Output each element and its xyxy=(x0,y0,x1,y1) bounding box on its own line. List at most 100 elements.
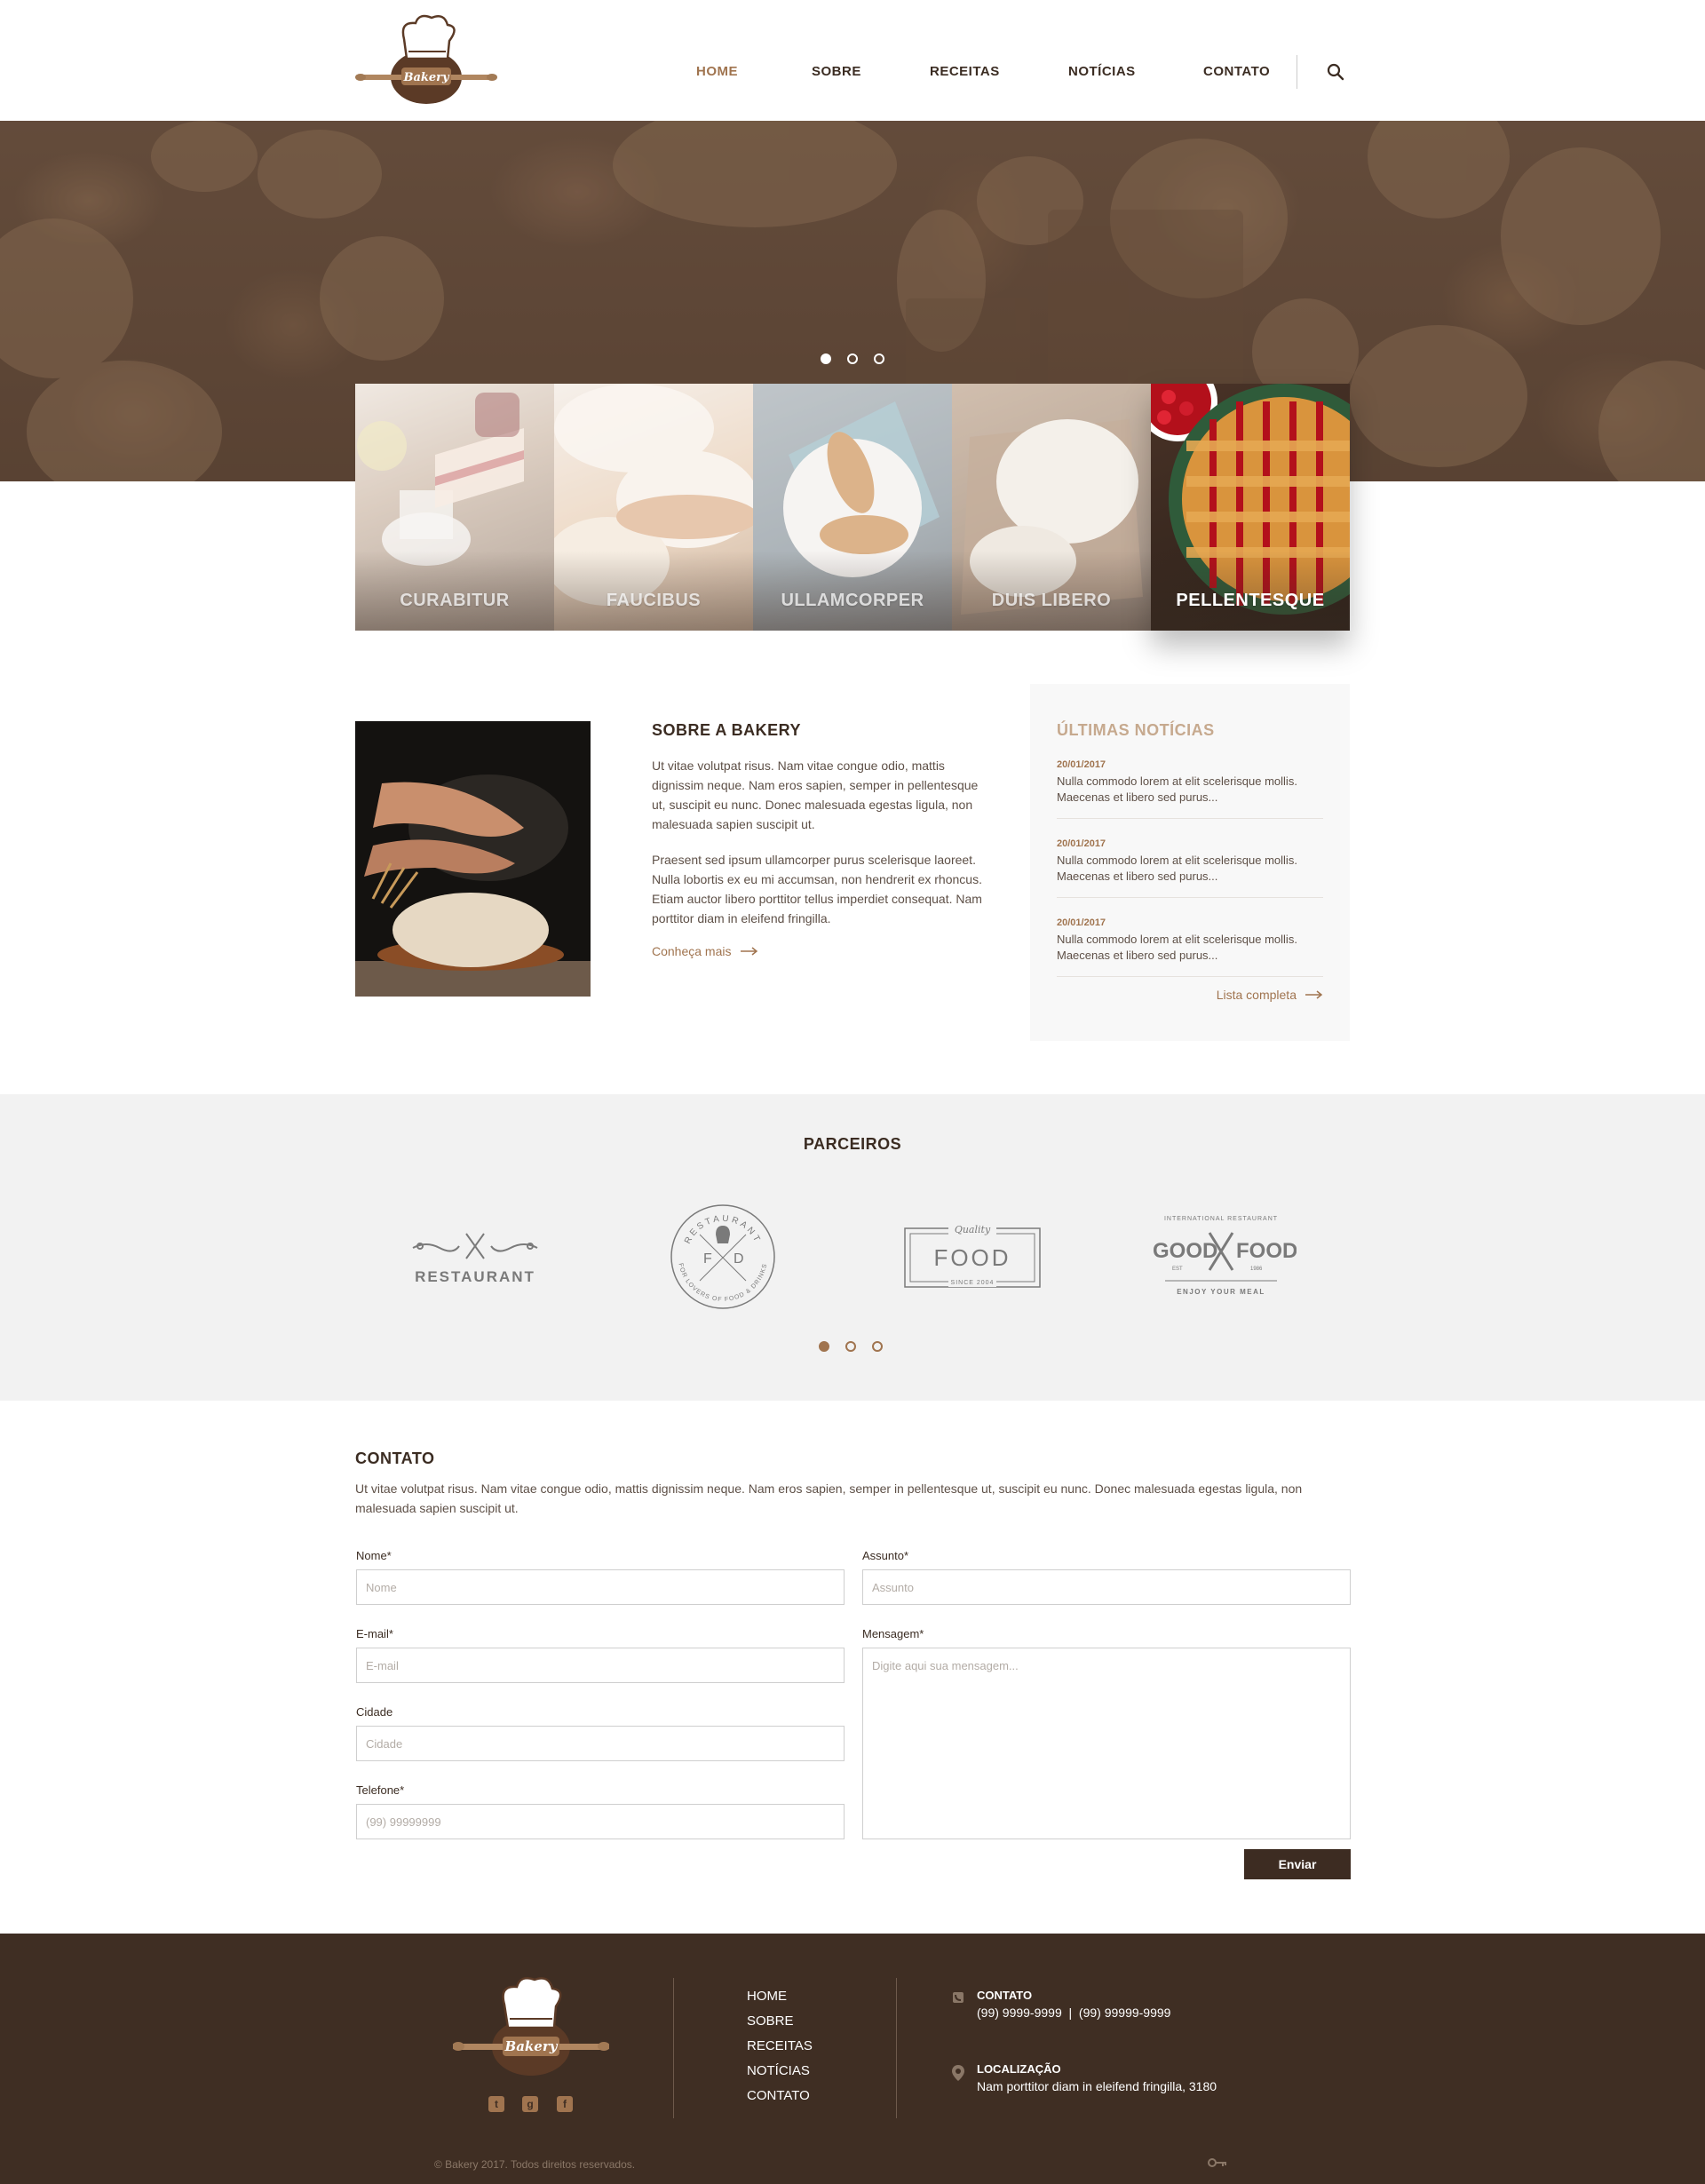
footer-nav-noticias[interactable]: NOTÍCIAS xyxy=(747,2063,810,2078)
nome-input[interactable] xyxy=(356,1569,845,1605)
telefone-input[interactable] xyxy=(356,1804,845,1839)
footer-contact: CONTATO (99) 9999-9999 | (99) 99999-9999 xyxy=(977,1989,1170,2020)
category-faucibus[interactable]: FAUCIBUS xyxy=(554,384,753,631)
about-more-link[interactable]: Conheça mais xyxy=(652,944,758,958)
partner-logo-good-food[interactable]: INTERNATIONAL RESTAURANT GOOD FOOD EST 1… xyxy=(1146,1206,1297,1304)
field-cidade: Cidade xyxy=(356,1705,845,1761)
category-pellentesque[interactable]: PELLENTESQUE xyxy=(1151,384,1350,631)
hero-dot-3[interactable] xyxy=(874,353,884,364)
contact-description: Ut vitae volutpat risus. Nam vitae congu… xyxy=(355,1481,1303,1515)
phone-icon xyxy=(953,1992,964,2003)
contact-section: CONTATO Ut vitae volutpat risus. Nam vit… xyxy=(355,1449,1351,1879)
news-text[interactable]: Nulla commodo lorem at elit scelerisque … xyxy=(1057,774,1323,806)
field-mensagem: Mensagem* xyxy=(862,1627,1351,1839)
partner-food-top: Quality xyxy=(955,1224,991,1235)
partner-food-bottom: SINCE 2004 xyxy=(951,1280,995,1286)
news-text[interactable]: Nulla commodo lorem at elit scelerisque … xyxy=(1057,853,1323,885)
assunto-label: Assunto* xyxy=(862,1549,909,1562)
partner-gf-top: INTERNATIONAL RESTAURANT xyxy=(1164,1216,1278,1222)
copyright: © Bakery 2017. Todos direitos reservados… xyxy=(434,2158,636,2171)
field-telefone: Telefone* xyxy=(356,1783,845,1839)
telefone-label: Telefone* xyxy=(356,1783,405,1797)
hero-slider-dots xyxy=(821,353,884,364)
partner-logo-fd[interactable]: RESTAURANT FOR LOVERS OF FOOD & DRINKS F… xyxy=(668,1199,778,1314)
category-label: CURABITUR xyxy=(400,591,510,610)
category-ullamcorper[interactable]: ULLAMCORPER xyxy=(753,384,952,631)
twitter-icon[interactable]: t xyxy=(488,2096,504,2112)
partner-letter-d: D xyxy=(734,1251,744,1267)
about-image xyxy=(355,721,591,997)
hero-dot-2[interactable] xyxy=(847,353,858,364)
about-paragraph-2: Praesent sed ipsum ullamcorper purus sce… xyxy=(652,853,982,925)
partner-logo-restaurant[interactable]: RESTAURANT xyxy=(404,1223,546,1294)
nav-receitas[interactable]: RECEITAS xyxy=(930,64,1000,79)
cidade-input[interactable] xyxy=(356,1726,845,1761)
logo-text: Bakery xyxy=(402,71,450,84)
category-label: FAUCIBUS xyxy=(606,591,702,610)
mensagem-label: Mensagem* xyxy=(862,1627,924,1640)
footer-divider-2 xyxy=(896,1978,897,2118)
footer-logo[interactable]: Bakery xyxy=(453,1974,609,2077)
about-section: SOBRE A BAKERY Ut vitae volutpat risus. … xyxy=(652,721,982,960)
nome-label: Nome* xyxy=(356,1549,392,1562)
search-icon[interactable] xyxy=(1326,62,1345,82)
news-title: ÚLTIMAS NOTÍCIAS xyxy=(1057,721,1215,739)
google-plus-icon[interactable]: g xyxy=(522,2096,538,2112)
nav-home[interactable]: HOME xyxy=(696,64,738,79)
partners-dot-3[interactable] xyxy=(872,1341,883,1352)
news-text[interactable]: Nulla commodo lorem at elit scelerisque … xyxy=(1057,932,1323,964)
category-duis-libero[interactable]: DUIS LIBERO xyxy=(952,384,1151,631)
footer-nav-sobre[interactable]: SOBRE xyxy=(747,2013,794,2029)
partners-slider-dots xyxy=(819,1341,883,1352)
field-nome: Nome* xyxy=(356,1549,845,1605)
send-button[interactable]: Enviar xyxy=(1244,1849,1351,1879)
assunto-input[interactable] xyxy=(862,1569,1351,1605)
news-item[interactable]: 20/01/2017 Nulla commodo lorem at elit s… xyxy=(1057,819,1323,898)
nav-contato[interactable]: CONTATO xyxy=(1203,64,1270,79)
arrow-right-icon xyxy=(740,947,757,956)
field-assunto: Assunto* xyxy=(862,1549,1351,1605)
partner-food-text: FOOD xyxy=(933,1244,1011,1271)
footer-nav-contato[interactable]: CONTATO xyxy=(747,2088,810,2103)
nav-noticias[interactable]: NOTÍCIAS xyxy=(1068,64,1136,79)
footer-contact-title: CONTATO xyxy=(977,1989,1033,2002)
footer-nav-home[interactable]: HOME xyxy=(747,1989,787,2004)
email-label: E-mail* xyxy=(356,1627,393,1640)
news-item[interactable]: 20/01/2017 Nulla commodo lorem at elit s… xyxy=(1057,898,1323,977)
partners-dot-2[interactable] xyxy=(845,1341,856,1352)
email-input[interactable] xyxy=(356,1648,845,1683)
category-label: ULLAMCORPER xyxy=(781,591,924,610)
partner-logo-text: RESTAURANT xyxy=(415,1268,535,1285)
hero-dot-1[interactable] xyxy=(821,353,831,364)
partner-gf-year: 1986 xyxy=(1250,1267,1263,1272)
category-curabitur[interactable]: CURABITUR xyxy=(355,384,554,631)
partner-gf-bottom: ENJOY YOUR MEAL xyxy=(1177,1288,1265,1296)
news-panel: ÚLTIMAS NOTÍCIAS 20/01/2017 Nulla commod… xyxy=(1030,684,1350,1041)
footer-address: Nam porttitor diam in eleifend fringilla… xyxy=(977,2079,1217,2093)
partner-letter-f: F xyxy=(703,1251,712,1267)
footer-phones: (99) 9999-9999 | (99) 99999-9999 xyxy=(977,2005,1171,2020)
news-date: 20/01/2017 xyxy=(1057,759,1106,770)
category-label: PELLENTESQUE xyxy=(1176,591,1325,610)
news-item[interactable]: 20/01/2017 Nulla commodo lorem at elit s… xyxy=(1057,740,1323,819)
contact-title: CONTATO xyxy=(355,1449,435,1467)
partner-logo-food[interactable]: Quality FOOD SINCE 2004 xyxy=(904,1221,1041,1289)
site-header: Bakery HOME SOBRE RECEITAS NOTÍCIAS CONT… xyxy=(0,0,1705,121)
partners-title: PARCEIROS xyxy=(803,1135,902,1153)
location-pin-icon xyxy=(952,2065,964,2081)
news-full-list-link[interactable]: Lista completa xyxy=(1217,988,1323,1002)
bakery-logo[interactable]: Bakery xyxy=(355,12,497,107)
footer-nav-receitas[interactable]: RECEITAS xyxy=(747,2038,813,2053)
nav-sobre[interactable]: SOBRE xyxy=(812,64,861,79)
news-date: 20/01/2017 xyxy=(1057,917,1106,928)
footer-logo-text: Bakery xyxy=(504,2038,559,2054)
footer-divider-1 xyxy=(673,1978,674,2118)
partners-dot-1[interactable] xyxy=(819,1341,829,1352)
mensagem-textarea[interactable] xyxy=(862,1648,1351,1839)
partners-section: PARCEIROS RESTAURANT RESTAURANT FOR LOVE… xyxy=(0,1094,1705,1401)
news-full-list-label: Lista completa xyxy=(1216,988,1297,1002)
facebook-icon[interactable]: f xyxy=(557,2096,573,2112)
arrow-right-icon xyxy=(1305,990,1323,999)
footer-location: LOCALIZAÇÃO Nam porttitor diam in eleife… xyxy=(977,2062,1217,2093)
field-email: E-mail* xyxy=(356,1627,845,1683)
